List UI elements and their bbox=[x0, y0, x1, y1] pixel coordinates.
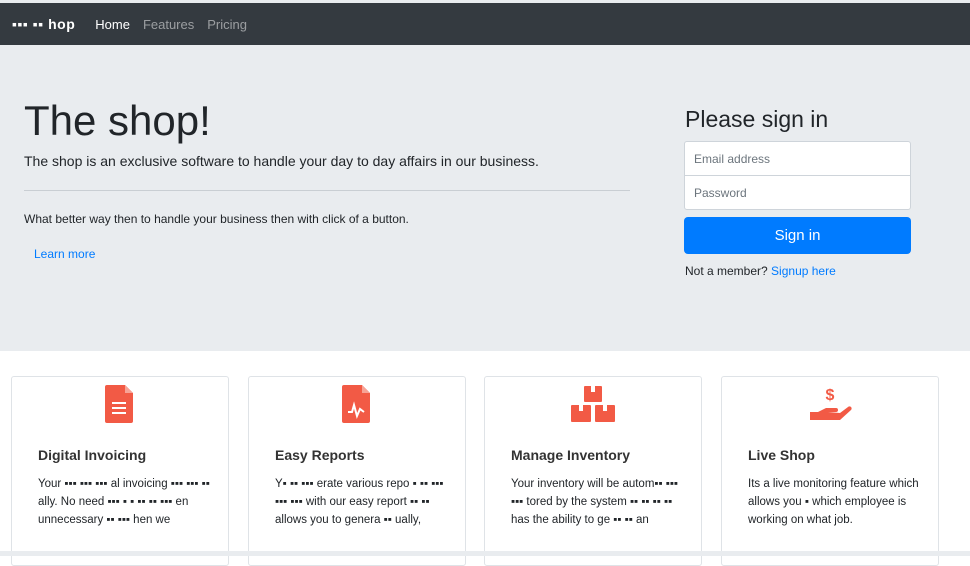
feature-card-reports: Easy Reports Y▪ ▪▪ ▪▪▪ erate various rep… bbox=[248, 376, 466, 566]
nav-features[interactable]: Features bbox=[143, 17, 194, 32]
member-prompt: Not a member? Signup here bbox=[685, 264, 836, 278]
feature-title: Manage Inventory bbox=[511, 447, 631, 463]
signup-link[interactable]: Signup here bbox=[771, 264, 836, 278]
boxes-icon bbox=[571, 386, 615, 422]
svg-text:$: $ bbox=[826, 387, 835, 404]
nav-home[interactable]: Home bbox=[95, 17, 130, 32]
invoice-icon bbox=[105, 385, 133, 423]
nav-pricing[interactable]: Pricing bbox=[207, 17, 247, 32]
feature-text: Y▪ ▪▪ ▪▪▪ erate various repo ▪ ▪▪ ▪▪▪ ▪▪… bbox=[275, 478, 444, 526]
report-icon bbox=[342, 385, 370, 423]
feature-title: Easy Reports bbox=[275, 447, 365, 463]
feature-card-inventory: Manage Inventory Your inventory will be … bbox=[484, 376, 702, 566]
top-navbar: ▪▪▪ ▪▪ hop Home Features Pricing bbox=[0, 0, 970, 45]
feature-text: Your inventory will be autom▪▪ ▪▪▪ ▪▪▪ t… bbox=[511, 478, 678, 526]
hero-title: The shop! bbox=[24, 97, 211, 144]
page-bottom-border bbox=[0, 551, 970, 556]
brand-logo[interactable]: ▪▪▪ ▪▪ hop bbox=[12, 16, 75, 32]
learn-more-link[interactable]: Learn more bbox=[34, 247, 95, 261]
feature-text: Its a live monitoring feature which allo… bbox=[748, 478, 919, 526]
feature-card-live-shop: $ Live Shop Its a live monitoring featur… bbox=[721, 376, 939, 566]
member-text: Not a member? bbox=[685, 264, 768, 278]
hand-dollar-icon: $ bbox=[810, 387, 852, 420]
hero-jumbotron: The shop! The shop is an exclusive softw… bbox=[0, 45, 970, 351]
email-field[interactable] bbox=[684, 141, 911, 176]
hero-lead: The shop is an exclusive software to han… bbox=[24, 153, 539, 169]
feature-title: Live Shop bbox=[748, 447, 815, 463]
hero-text: What better way then to handle your busi… bbox=[24, 212, 409, 226]
hero-divider bbox=[24, 190, 630, 191]
signin-button[interactable]: Sign in bbox=[684, 217, 911, 254]
feature-title: Digital Invoicing bbox=[38, 447, 147, 463]
password-field[interactable] bbox=[684, 175, 911, 210]
feature-text: Your ▪▪▪ ▪▪▪ ▪▪▪ al invoicing ▪▪▪ ▪▪▪ ▪▪… bbox=[38, 478, 210, 526]
feature-card-invoicing: Digital Invoicing Your ▪▪▪ ▪▪▪ ▪▪▪ al in… bbox=[11, 376, 229, 566]
signin-title: Please sign in bbox=[685, 106, 829, 132]
